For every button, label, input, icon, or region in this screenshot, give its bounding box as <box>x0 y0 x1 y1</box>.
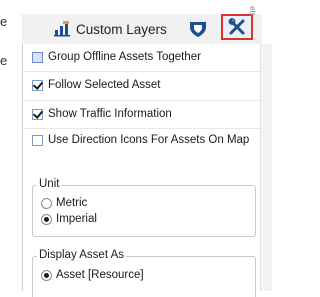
unit-group: Unit Metric Imperial <box>32 178 256 237</box>
layers-icon <box>54 21 70 37</box>
checkbox-show-traffic[interactable] <box>32 108 43 120</box>
map-toolbar: Custom Layers <box>22 14 262 44</box>
divider <box>23 128 261 129</box>
option-label: Use Direction Icons For Assets On Map <box>48 134 250 146</box>
settings-tools-button[interactable] <box>221 14 253 40</box>
panel-scrollbar[interactable] <box>260 44 272 291</box>
background-text-fragment: e <box>0 53 8 68</box>
divider <box>23 100 261 101</box>
shield-button[interactable] <box>188 19 208 39</box>
option-label: Group Offline Assets Together <box>48 51 201 63</box>
checkbox-follow-selected[interactable] <box>32 79 43 91</box>
option-direction-icons[interactable]: Use Direction Icons For Assets On Map <box>32 134 249 146</box>
radio-imperial[interactable] <box>41 213 52 225</box>
checkbox-direction-icons[interactable] <box>32 134 43 146</box>
unit-option-metric[interactable]: Metric <box>41 197 87 209</box>
tools-icon <box>228 18 245 35</box>
radio-asset-resource[interactable] <box>41 269 52 281</box>
display-asset-group-title: Display Asset As <box>37 249 127 261</box>
unit-option-imperial[interactable]: Imperial <box>41 213 97 225</box>
shield-icon <box>190 22 206 37</box>
radio-label: Metric <box>56 197 88 209</box>
option-follow-selected[interactable]: Follow Selected Asset <box>32 79 161 91</box>
settings-panel: Group Offline Assets Together Follow Sel… <box>22 44 262 297</box>
option-group-offline[interactable]: Group Offline Assets Together <box>32 51 201 63</box>
checkbox-group-offline[interactable] <box>32 51 43 63</box>
radio-label: Asset [Resource] <box>56 269 144 281</box>
radio-metric[interactable] <box>41 197 52 209</box>
divider <box>23 71 261 72</box>
unit-group-title: Unit <box>37 178 62 190</box>
radio-label: Imperial <box>56 213 97 225</box>
custom-layers-button[interactable]: Custom Layers <box>54 18 167 40</box>
background-left <box>0 0 22 291</box>
option-show-traffic[interactable]: Show Traffic Information <box>32 108 172 120</box>
background-text-fragment: e <box>0 14 8 29</box>
option-label: Show Traffic Information <box>48 108 172 120</box>
display-option-asset-resource[interactable]: Asset [Resource] <box>41 269 144 281</box>
option-label: Follow Selected Asset <box>48 79 161 91</box>
custom-layers-label: Custom Layers <box>76 21 167 37</box>
side-tab-label[interactable]: ets <box>248 6 257 17</box>
